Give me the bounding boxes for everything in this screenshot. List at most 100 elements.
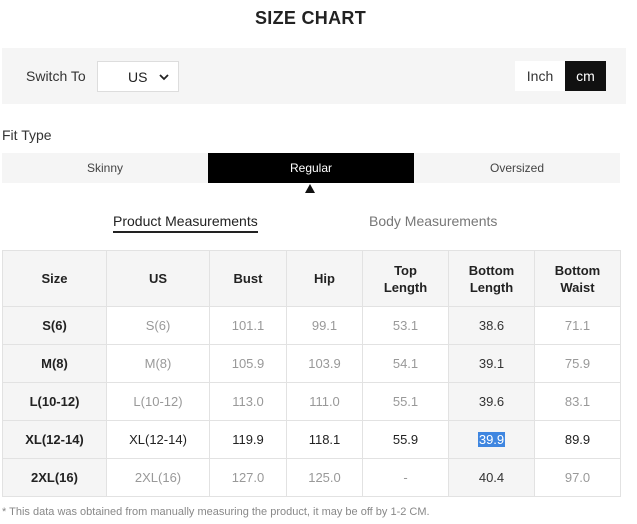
table-cell: 125.0	[286, 458, 363, 497]
table-cell: 39.1	[448, 344, 535, 383]
cell-value: L(10-12)	[29, 394, 80, 409]
table-cell: 2XL(16)	[106, 458, 210, 497]
column-header-label: Bottom	[468, 262, 515, 278]
size-cell: XL(12-14)	[2, 420, 107, 459]
column-header-label: US	[148, 271, 168, 286]
table-cell: 105.9	[209, 344, 287, 383]
cell-value: 89.9	[564, 432, 591, 447]
cell-value: 2XL(16)	[31, 470, 78, 485]
tab-body-measurements[interactable]: Body Measurements	[369, 213, 497, 229]
table-cell: M(8)	[106, 344, 210, 383]
unit-inch-button[interactable]: Inch	[515, 61, 565, 91]
cell-value: 54.1	[392, 356, 419, 371]
table-cell: XL(12-14)	[106, 420, 210, 459]
cell-value: 55.9	[392, 432, 419, 447]
cell-value: S(6)	[145, 318, 171, 333]
column-header: Size	[2, 250, 107, 307]
cell-value: 53.1	[392, 318, 419, 333]
table-row: XL(12-14) XL(12-14) 119.9 118.1 55.9 39.9 89.9	[2, 420, 621, 459]
table-cell: 99.1	[286, 306, 363, 345]
region-select[interactable]: US	[97, 61, 179, 92]
size-cell: M(8)	[2, 344, 107, 383]
cell-value: 39.1	[478, 356, 505, 371]
column-header: Hip	[286, 250, 363, 307]
tab-oversized[interactable]: Oversized	[414, 153, 620, 183]
table-cell: 89.9	[534, 420, 621, 459]
cell-value: 127.0	[231, 470, 265, 485]
table-cell: L(10-12)	[106, 382, 210, 421]
table-cell: 119.9	[209, 420, 287, 459]
cell-value: 83.1	[564, 394, 591, 409]
table-cell: 111.0	[286, 382, 363, 421]
cell-value: 38.6	[478, 318, 505, 333]
unit-cm-button[interactable]: cm	[565, 61, 606, 91]
column-header: Bust	[209, 250, 287, 307]
switch-label: Switch To	[26, 68, 86, 84]
column-header: Bottom Length	[448, 250, 535, 307]
cell-value: M(8)	[41, 356, 68, 371]
table-cell: 103.9	[286, 344, 363, 383]
column-header: US	[106, 250, 210, 307]
size-cell: 2XL(16)	[2, 458, 107, 497]
cell-value: XL(12-14)	[129, 432, 187, 447]
table-cell: 38.6	[448, 306, 535, 345]
table-row: L(10-12) L(10-12) 113.0 111.0 55.1 39.6 83.1	[2, 382, 621, 421]
cell-value: 99.1	[311, 318, 338, 333]
cell-value: 101.1	[231, 318, 265, 333]
table-cell: 101.1	[209, 306, 287, 345]
cell-value: 39.6	[478, 394, 505, 409]
table-cell: 55.9	[362, 420, 449, 459]
cell-value: 2XL(16)	[134, 470, 182, 485]
table-cell: 75.9	[534, 344, 621, 383]
tab-skinny[interactable]: Skinny	[2, 153, 208, 183]
column-header-label: Size	[41, 271, 68, 286]
cell-value: 55.1	[392, 394, 419, 409]
cell-value: 105.9	[231, 356, 265, 371]
cell-value: 113.0	[232, 394, 264, 409]
size-cell: S(6)	[2, 306, 107, 345]
table-cell: 71.1	[534, 306, 621, 345]
cell-value: XL(12-14)	[25, 432, 84, 447]
cell-value: L(10-12)	[133, 394, 183, 409]
tab-product-measurements[interactable]: Product Measurements	[113, 213, 258, 233]
table-cell: 54.1	[362, 344, 449, 383]
table-cell: -	[362, 458, 449, 497]
cell-value: S(6)	[42, 318, 67, 333]
table-header-row: Size US Bust Hip Top Length Bottom Length Bottom…	[2, 250, 621, 307]
column-header-label: Length	[469, 279, 514, 295]
cell-value: 71.1	[564, 318, 591, 333]
table-cell: 40.4	[448, 458, 535, 497]
tab-regular[interactable]: Regular	[208, 153, 414, 183]
table-cell: 55.1	[362, 382, 449, 421]
unit-toggle: Inch cm	[515, 61, 606, 91]
column-header-label: Waist	[560, 279, 595, 295]
cell-value: -	[403, 470, 408, 485]
size-cell: L(10-12)	[2, 382, 107, 421]
cell-value: 97.0	[564, 470, 591, 485]
unit-switch-bar: Switch To US Inch cm	[2, 48, 626, 104]
fit-type-tabs: Skinny Regular Oversized	[2, 153, 620, 183]
page-title: SIZE CHART	[255, 8, 366, 28]
cell-value: 40.4	[478, 470, 505, 485]
table-cell: 39.6	[448, 382, 535, 421]
size-table: Size US Bust Hip Top Length Bottom Length Bottom…	[2, 250, 621, 497]
table-row: S(6) S(6) 101.1 99.1 53.1 38.6 71.1	[2, 306, 621, 345]
table-cell: 97.0	[534, 458, 621, 497]
cell-value: 125.0	[308, 470, 341, 485]
caret-up-icon	[305, 184, 315, 193]
cell-value: 111.0	[309, 394, 340, 409]
fit-type-label: Fit Type	[2, 127, 52, 143]
cell-value: 103.9	[308, 356, 341, 371]
table-cell: 118.1	[286, 420, 363, 459]
column-header-label: Top	[394, 262, 417, 278]
cell-value: 39.9	[477, 432, 506, 447]
column-header-label: Length	[383, 279, 428, 295]
column-header-label: Hip	[314, 271, 335, 286]
table-row: M(8) M(8) 105.9 103.9 54.1 39.1 75.9	[2, 344, 621, 383]
table-cell: 53.1	[362, 306, 449, 345]
table-cell: 113.0	[209, 382, 287, 421]
table-cell: 83.1	[534, 382, 621, 421]
cell-value: 119.9	[232, 432, 264, 447]
column-header-label: Bust	[233, 271, 263, 286]
table-cell: S(6)	[106, 306, 210, 345]
